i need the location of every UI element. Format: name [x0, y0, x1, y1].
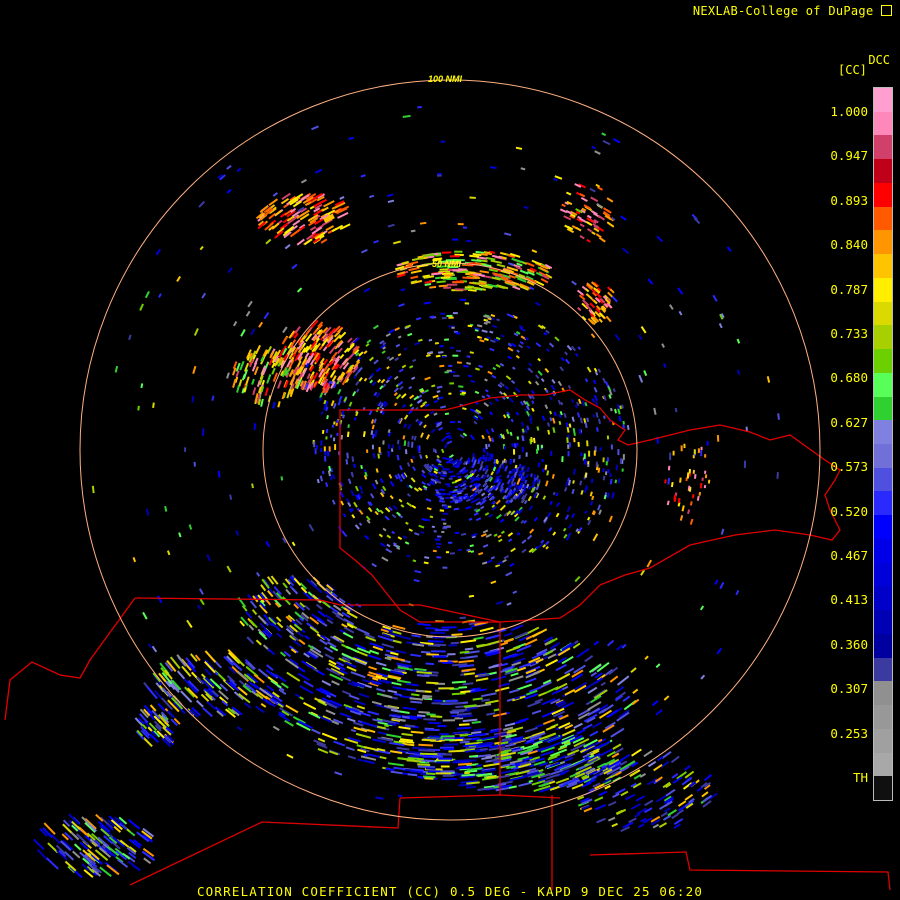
color-scale-swatch — [874, 111, 892, 136]
color-scale-tick: 1.000 — [830, 104, 868, 119]
color-scale-swatch — [874, 396, 892, 421]
color-scale-swatch — [874, 135, 892, 160]
color-scale-swatch — [874, 491, 892, 516]
color-scale-swatch — [874, 467, 892, 492]
color-scale-swatch — [874, 728, 892, 753]
range-rings — [79, 79, 821, 821]
color-scale-tick: 0.413 — [830, 592, 868, 608]
color-scale-swatch — [874, 372, 892, 397]
color-scale-swatch — [874, 444, 892, 468]
color-scale-swatch — [874, 705, 892, 729]
credit-text: NEXLAB-College of DuPage — [692, 4, 874, 18]
color-scale-tick: 0.307 — [830, 681, 868, 697]
color-scale-swatch — [874, 349, 892, 373]
radar-map — [4, 79, 891, 891]
range-ring-100-label: 100 NMI — [428, 74, 463, 84]
color-scale-tick: 0.467 — [830, 548, 868, 563]
color-scale-swatch — [874, 230, 892, 255]
color-scale-swatch — [874, 206, 892, 231]
color-scale-swatch — [874, 254, 892, 278]
product-caption: CORRELATION COEFFICIENT (CC) 0.5 DEG - K… — [196, 884, 704, 899]
credit-link[interactable]: NEXLAB-College of DuPage — [693, 4, 892, 18]
color-scale-swatch — [874, 159, 892, 183]
color-scale-tick: 0.360 — [830, 636, 868, 652]
range-ring-50-label: 50 NMI — [432, 259, 462, 269]
color-scale-swatch — [874, 325, 892, 350]
color-scale-swatch — [874, 562, 892, 587]
color-scale-swatch — [874, 420, 892, 445]
color-scale-swatch — [874, 681, 892, 706]
legend-product-label: DCC — [868, 53, 890, 67]
color-scale-bar — [873, 87, 893, 801]
radar-echoes — [32, 106, 780, 879]
color-scale-tick: 0.680 — [830, 370, 868, 386]
range-ring-50 — [262, 262, 638, 638]
color-scale-swatch — [874, 515, 892, 539]
color-scale-tick: 0.840 — [830, 237, 868, 253]
color-scale-swatch — [874, 752, 892, 777]
color-scale-swatch — [874, 538, 892, 563]
state-borders — [4, 389, 891, 891]
color-scale-swatch — [874, 610, 892, 634]
color-scale-tick: 0.573 — [830, 459, 868, 475]
color-scale-swatch — [874, 586, 892, 611]
color-scale-swatch — [874, 633, 892, 658]
color-scale-swatch — [874, 657, 892, 682]
external-link-icon — [881, 5, 892, 16]
color-scale-swatch — [874, 776, 892, 801]
range-ring-100 — [79, 79, 821, 821]
color-scale-tick: 0.947 — [830, 148, 868, 164]
color-scale-tick: 0.253 — [830, 725, 868, 741]
color-scale-swatch — [874, 301, 892, 326]
color-scale-tick: 0.733 — [830, 326, 868, 341]
color-scale-swatch — [874, 277, 892, 302]
color-scale-tick: TH — [852, 770, 868, 785]
color-scale-swatch — [874, 182, 892, 207]
color-scale-tick: 0.787 — [830, 281, 868, 297]
color-scale-tick: 0.893 — [830, 192, 868, 208]
legend-unit-label: [CC] — [838, 63, 867, 77]
color-scale-tick: 0.627 — [830, 414, 868, 430]
color-scale-tick: 0.520 — [830, 503, 868, 519]
color-scale-swatch — [874, 88, 892, 112]
